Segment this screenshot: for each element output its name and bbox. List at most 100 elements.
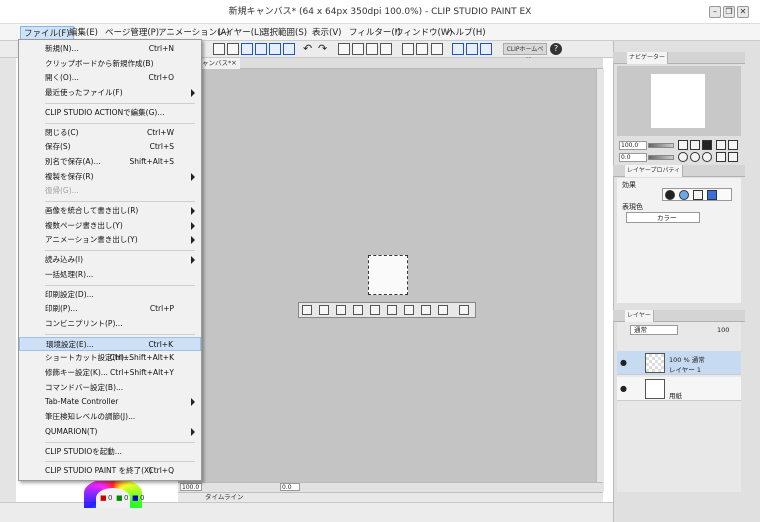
help-icon[interactable]: ? — [550, 43, 562, 55]
clear-icon[interactable] — [402, 43, 414, 55]
minimize-button[interactable]: – — [709, 6, 721, 18]
file-menu-item[interactable]: QUMARION(T) — [19, 425, 201, 439]
scale-selection-icon[interactable] — [404, 305, 414, 315]
navigator-zoom-slider[interactable] — [648, 143, 674, 148]
export-alt-icon[interactable] — [269, 43, 281, 55]
file-menu-item[interactable]: コンビニプリント(P)... — [19, 317, 201, 331]
file-menu-item[interactable]: 筆圧検知レベルの調節(J)... — [19, 410, 201, 424]
file-menu-item[interactable]: コマンドバー設定(B)... — [19, 381, 201, 395]
file-menu-item[interactable]: 別名で保存(A)... Shift+Alt+S — [19, 155, 201, 169]
fit-icon[interactable] — [702, 140, 712, 150]
clear-selection-icon[interactable] — [302, 305, 312, 315]
file-menu-item[interactable]: CLIP STUDIO ACTIONで編集(G)... — [19, 106, 201, 120]
angle-field[interactable]: 0.0 — [280, 483, 300, 491]
crop-icon[interactable] — [380, 43, 392, 55]
file-menu-item[interactable]: 複数ページ書き出し(Y) — [19, 219, 201, 233]
edit-selection-icon[interactable] — [421, 305, 431, 315]
file-menu-item[interactable]: 画像を統合して書き出し(R) — [19, 204, 201, 218]
undo-icon[interactable]: ↶ — [303, 42, 312, 55]
restore-button[interactable]: ❐ — [723, 6, 735, 18]
file-menu-item[interactable]: 印刷(P)... Ctrl+P — [19, 302, 201, 316]
open-file-icon[interactable] — [227, 43, 239, 55]
file-menu-item[interactable]: アニメーション書き出し(Y) — [19, 233, 201, 247]
tab-layer[interactable]: レイヤー — [625, 310, 654, 322]
file-menu-item[interactable]: 閉じる(C) Ctrl+W — [19, 126, 201, 140]
tab-layer-property[interactable]: レイヤープロパティ — [625, 165, 684, 177]
file-menu-item[interactable]: 保存(S) Ctrl+S — [19, 140, 201, 154]
selection-settings-icon[interactable] — [459, 305, 469, 315]
special-ruler-icon[interactable] — [466, 43, 478, 55]
canvas-page[interactable] — [368, 255, 408, 295]
flip-vertical-icon[interactable] — [728, 140, 738, 150]
file-menu-item[interactable]: ショートカット設定(H)... Ctrl+Shift+Alt+K — [19, 351, 201, 365]
file-menu-item[interactable]: 新規(N)... Ctrl+N — [19, 42, 201, 56]
eye-icon[interactable]: ● — [620, 384, 627, 393]
rotate-left-icon[interactable] — [678, 152, 688, 162]
export-icon[interactable] — [255, 43, 267, 55]
timeline-tab[interactable]: タイムライン — [205, 492, 244, 502]
mirror-icon[interactable] — [716, 152, 726, 162]
zoom-out-icon[interactable] — [678, 140, 688, 150]
fill-selection-icon[interactable] — [319, 305, 329, 315]
rotate-right-icon[interactable] — [690, 152, 700, 162]
transform-icon[interactable] — [352, 43, 364, 55]
file-menu-item[interactable]: 読み込み(I) — [19, 253, 201, 267]
file-menu-item[interactable]: 印刷設定(D)... — [19, 288, 201, 302]
file-menu-item[interactable]: クリップボードから新規作成(B) — [19, 57, 201, 71]
clip-home-button[interactable]: CLIPホームページ — [503, 43, 547, 64]
menu-item-shortcut: Ctrl+S — [149, 142, 174, 152]
eye-icon[interactable]: ● — [620, 358, 627, 367]
grid-snap-icon[interactable] — [480, 43, 492, 55]
redo-icon[interactable]: ↷ — [318, 42, 327, 55]
blend-mode-select[interactable]: 通常 — [630, 325, 678, 335]
watercolor-effect-icon[interactable] — [679, 190, 689, 200]
expression-color-select[interactable]: カラー — [626, 212, 700, 223]
file-menu-item[interactable]: 開く(O)... Ctrl+O — [19, 71, 201, 85]
layer-row[interactable]: ● 100 % 通常 レイヤー 1 — [617, 351, 741, 375]
border-effect-icon[interactable] — [665, 190, 675, 200]
transform-selection-icon[interactable] — [387, 305, 397, 315]
file-menu-item[interactable]: CLIP STUDIOを起動... — [19, 445, 201, 459]
new-file-icon[interactable] — [213, 43, 225, 55]
menu-view[interactable]: 表示(V) — [309, 26, 344, 40]
tab-navigator[interactable]: ナビゲーター — [627, 52, 669, 64]
mirror-vertical-icon[interactable] — [728, 152, 738, 162]
close-button[interactable]: ✕ — [737, 6, 749, 18]
snap-icon[interactable] — [431, 43, 443, 55]
zoom-in-icon[interactable] — [690, 140, 700, 150]
zoom-field[interactable]: 100.0 — [180, 483, 202, 491]
layer-opacity-field[interactable]: 100 — [717, 325, 735, 335]
invert-selection-icon[interactable] — [336, 305, 346, 315]
layer-row[interactable]: ● 用紙 — [617, 377, 741, 401]
tone-effect-icon[interactable] — [693, 190, 703, 200]
file-menu-item[interactable]: 一括処理(R)... — [19, 268, 201, 282]
reset-rotation-icon[interactable] — [702, 152, 712, 162]
file-menu-item[interactable]: 複製を保存(R) — [19, 170, 201, 184]
document-tab-close-icon[interactable]: × — [231, 58, 239, 69]
select-all-icon[interactable] — [338, 43, 350, 55]
file-menu-item[interactable]: CLIP STUDIO PAINT を終了(X) Ctrl+Q — [19, 464, 201, 478]
shrink-selection-icon[interactable] — [370, 305, 380, 315]
canvas-vertical-scrollbar[interactable] — [596, 69, 604, 492]
file-menu-item[interactable]: 環境設定(E)... Ctrl+K — [19, 336, 201, 351]
ruler-snap-icon[interactable] — [452, 43, 464, 55]
menu-help[interactable]: ヘルプ(H) — [444, 26, 489, 40]
navigator-angle-field[interactable]: 0.0 — [619, 153, 647, 162]
menu-edit[interactable]: 編集(E) — [66, 26, 101, 40]
flip-icon[interactable] — [716, 140, 726, 150]
save-icon[interactable] — [241, 43, 253, 55]
print-icon[interactable] — [283, 43, 295, 55]
tone-selection-icon[interactable] — [438, 305, 448, 315]
navigator-zoom-field[interactable]: 100.0 — [619, 141, 647, 150]
file-menu-item[interactable]: Tab-Mate Controller — [19, 395, 201, 409]
menu-page[interactable]: ページ管理(P) — [102, 26, 162, 40]
fill-icon[interactable] — [416, 43, 428, 55]
layer-color-icon[interactable] — [707, 190, 717, 200]
expand-selection-icon[interactable] — [353, 305, 363, 315]
file-menu-item[interactable]: 修飾キー設定(K)... Ctrl+Shift+Alt+Y — [19, 366, 201, 380]
file-menu-item[interactable]: 最近使ったファイル(F) — [19, 86, 201, 100]
pen-tool-icon[interactable] — [366, 43, 378, 55]
menu-selection[interactable]: 選択範囲(S) — [258, 26, 310, 40]
navigator-preview[interactable] — [651, 74, 705, 128]
navigator-angle-slider[interactable] — [648, 155, 674, 160]
